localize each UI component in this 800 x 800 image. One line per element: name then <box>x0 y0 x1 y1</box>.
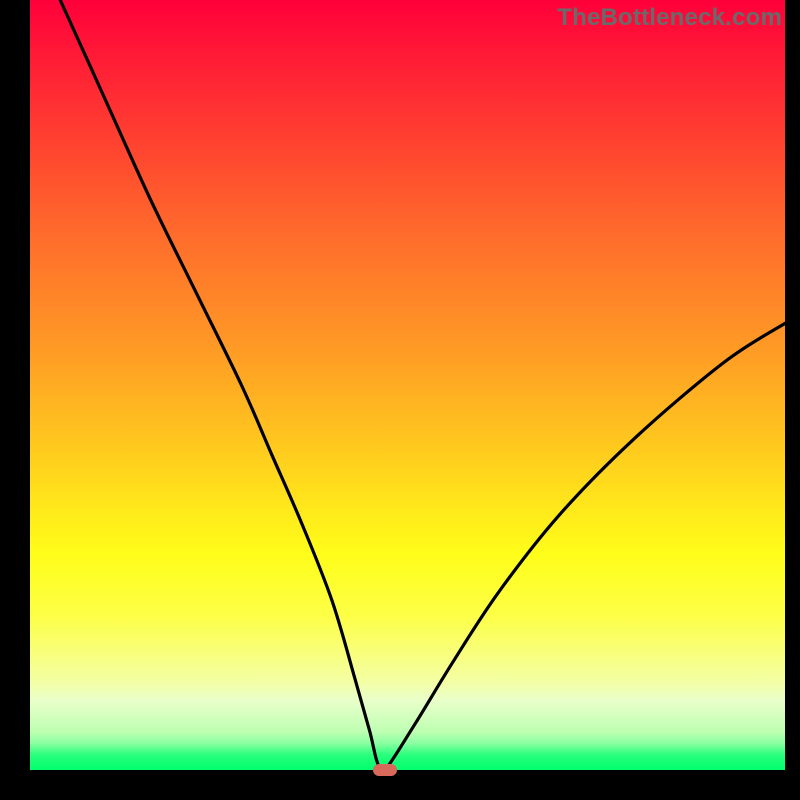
plot-area <box>30 0 785 770</box>
chart-frame: TheBottleneck.com <box>0 0 800 800</box>
optimum-marker <box>373 764 397 776</box>
bottleneck-curve <box>30 0 785 770</box>
watermark-text: TheBottleneck.com <box>557 4 782 32</box>
curve-path <box>60 0 785 770</box>
